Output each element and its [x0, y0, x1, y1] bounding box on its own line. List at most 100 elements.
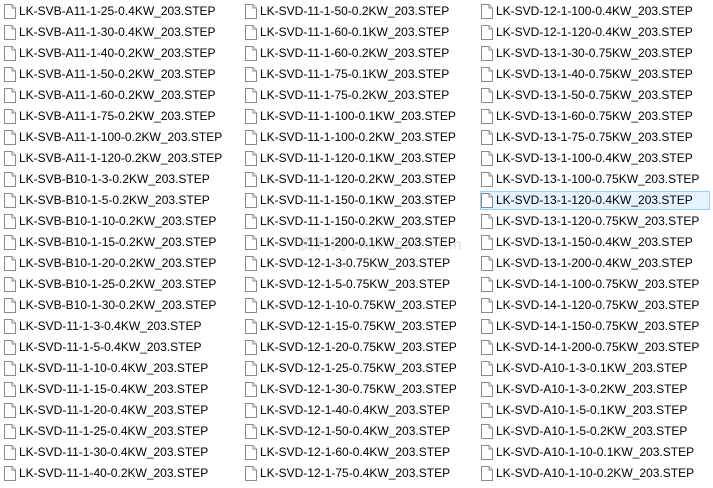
file-item[interactable]: LK-SVD-11-1-30-0.4KW_203.STEP: [3, 443, 243, 462]
file-item[interactable]: LK-SVB-A11-1-25-0.4KW_203.STEP: [3, 2, 243, 21]
file-item[interactable]: LK-SVD-14-1-100-0.75KW_203.STEP: [480, 275, 710, 294]
file-name-label: LK-SVB-A11-1-120-0.2KW_203.STEP: [19, 151, 223, 165]
file-name-label: LK-SVD-12-1-75-0.4KW_203.STEP: [260, 466, 451, 480]
file-item[interactable]: LK-SVD-A10-1-3-0.1KW_203.STEP: [480, 359, 710, 378]
file-item[interactable]: LK-SVD-A10-1-5-0.2KW_203.STEP: [480, 422, 710, 441]
file-item[interactable]: LK-SVD-11-1-25-0.4KW_203.STEP: [3, 422, 243, 441]
file-item[interactable]: LK-SVB-A11-1-75-0.2KW_203.STEP: [3, 107, 243, 126]
file-item[interactable]: LK-SVD-A10-1-3-0.2KW_203.STEP: [480, 380, 710, 399]
file-item[interactable]: LK-SVB-B10-1-5-0.2KW_203.STEP: [3, 191, 243, 210]
file-name-label: LK-SVD-A10-1-10-0.2KW_203.STEP: [496, 466, 695, 480]
file-name-label: LK-SVB-B10-1-25-0.2KW_203.STEP: [19, 277, 217, 291]
generic-file-icon: [245, 109, 257, 124]
generic-file-icon: [4, 214, 16, 229]
file-name-label: LK-SVD-14-1-120-0.75KW_203.STEP: [496, 298, 700, 312]
file-item[interactable]: LK-SVD-A10-1-10-0.2KW_203.STEP: [480, 464, 710, 483]
file-item[interactable]: LK-SVB-A11-1-50-0.2KW_203.STEP: [3, 65, 243, 84]
file-item[interactable]: LK-SVD-A10-1-10-0.1KW_203.STEP: [480, 443, 710, 462]
file-item[interactable]: LK-SVD-11-1-200-0.1KW_203.STEP: [244, 233, 477, 252]
file-item[interactable]: LK-SVD-12-1-15-0.75KW_203.STEP: [244, 317, 477, 336]
file-item[interactable]: LK-SVD-13-1-100-0.4KW_203.STEP: [480, 149, 710, 168]
file-item[interactable]: LK-SVD-11-1-75-0.2KW_203.STEP: [244, 86, 477, 105]
file-name-label: LK-SVD-13-1-50-0.75KW_203.STEP: [496, 88, 693, 102]
file-item[interactable]: LK-SVD-11-1-150-0.1KW_203.STEP: [244, 191, 477, 210]
file-item[interactable]: LK-SVD-12-1-120-0.4KW_203.STEP: [480, 23, 710, 42]
file-name-label: LK-SVD-13-1-200-0.4KW_203.STEP: [496, 256, 693, 270]
file-name-label: LK-SVB-A11-1-30-0.4KW_203.STEP: [19, 25, 216, 39]
file-item[interactable]: LK-SVD-11-1-100-0.2KW_203.STEP: [244, 128, 477, 147]
generic-file-icon: [245, 25, 257, 40]
generic-file-icon: [481, 172, 493, 187]
file-item[interactable]: LK-SVB-A11-1-30-0.4KW_203.STEP: [3, 23, 243, 42]
file-name-label: LK-SVD-11-1-75-0.2KW_203.STEP: [260, 88, 450, 102]
file-name-label: LK-SVD-13-1-150-0.4KW_203.STEP: [496, 235, 693, 249]
file-item[interactable]: LK-SVD-13-1-150-0.4KW_203.STEP: [480, 233, 710, 252]
file-item[interactable]: LK-SVD-11-1-60-0.1KW_203.STEP: [244, 23, 477, 42]
file-item[interactable]: LK-SVD-12-1-10-0.75KW_203.STEP: [244, 296, 477, 315]
file-item[interactable]: LK-SVB-B10-1-20-0.2KW_203.STEP: [3, 254, 243, 273]
file-item[interactable]: LK-SVD-12-1-75-0.4KW_203.STEP: [244, 464, 477, 483]
file-item-selected[interactable]: LK-SVD-13-1-120-0.4KW_203.STEP: [480, 191, 710, 210]
file-item[interactable]: LK-SVD-12-1-30-0.75KW_203.STEP: [244, 380, 477, 399]
file-item[interactable]: LK-SVD-13-1-30-0.75KW_203.STEP: [480, 44, 710, 63]
file-name-label: LK-SVD-11-1-15-0.4KW_203.STEP: [19, 382, 209, 396]
generic-file-icon: [245, 4, 257, 19]
file-item[interactable]: LK-SVD-14-1-120-0.75KW_203.STEP: [480, 296, 710, 315]
file-item[interactable]: LK-SVD-13-1-40-0.75KW_203.STEP: [480, 65, 710, 84]
file-item[interactable]: LK-SVD-12-1-20-0.75KW_203.STEP: [244, 338, 477, 357]
file-item[interactable]: LK-SVD-11-1-5-0.4KW_203.STEP: [3, 338, 243, 357]
file-item[interactable]: LK-SVD-11-1-15-0.4KW_203.STEP: [3, 380, 243, 399]
generic-file-icon: [4, 235, 16, 250]
file-item[interactable]: LK-SVB-A11-1-60-0.2KW_203.STEP: [3, 86, 243, 105]
file-name-label: LK-SVB-A11-1-75-0.2KW_203.STEP: [19, 109, 216, 123]
file-item[interactable]: LK-SVD-11-1-40-0.2KW_203.STEP: [3, 464, 243, 483]
generic-file-icon: [481, 424, 493, 439]
file-item[interactable]: LK-SVD-12-1-100-0.4KW_203.STEP: [480, 2, 710, 21]
file-item[interactable]: LK-SVD-11-1-3-0.4KW_203.STEP: [3, 317, 243, 336]
file-item[interactable]: LK-SVD-12-1-5-0.75KW_203.STEP: [244, 275, 477, 294]
file-item[interactable]: LK-SVD-A10-1-5-0.1KW_203.STEP: [480, 401, 710, 420]
generic-file-icon: [481, 298, 493, 313]
file-item[interactable]: LK-SVD-13-1-100-0.75KW_203.STEP: [480, 170, 710, 189]
file-item[interactable]: LK-SVD-13-1-120-0.75KW_203.STEP: [480, 212, 710, 231]
file-item[interactable]: LK-SVD-12-1-40-0.4KW_203.STEP: [244, 401, 477, 420]
file-item[interactable]: LK-SVD-11-1-75-0.1KW_203.STEP: [244, 65, 477, 84]
file-item[interactable]: LK-SVB-A11-1-120-0.2KW_203.STEP: [3, 149, 243, 168]
file-item[interactable]: LK-SVD-12-1-3-0.75KW_203.STEP: [244, 254, 477, 273]
file-item[interactable]: LK-SVB-A11-1-40-0.2KW_203.STEP: [3, 44, 243, 63]
file-item[interactable]: LK-SVD-11-1-50-0.2KW_203.STEP: [244, 2, 477, 21]
file-item[interactable]: LK-SVB-B10-1-3-0.2KW_203.STEP: [3, 170, 243, 189]
file-item[interactable]: LK-SVD-11-1-120-0.2KW_203.STEP: [244, 170, 477, 189]
file-item[interactable]: LK-SVD-14-1-200-0.75KW_203.STEP: [480, 338, 710, 357]
file-name-label: LK-SVB-A11-1-50-0.2KW_203.STEP: [19, 67, 216, 81]
file-item[interactable]: LK-SVB-B10-1-15-0.2KW_203.STEP: [3, 233, 243, 252]
file-item[interactable]: LK-SVD-13-1-60-0.75KW_203.STEP: [480, 107, 710, 126]
generic-file-icon: [481, 277, 493, 292]
generic-file-icon: [245, 46, 257, 61]
file-item[interactable]: LK-SVD-11-1-60-0.2KW_203.STEP: [244, 44, 477, 63]
file-item[interactable]: LK-SVD-13-1-50-0.75KW_203.STEP: [480, 86, 710, 105]
file-item[interactable]: LK-SVB-B10-1-10-0.2KW_203.STEP: [3, 212, 243, 231]
file-item[interactable]: LK-SVB-A11-1-100-0.2KW_203.STEP: [3, 128, 243, 147]
file-item[interactable]: LK-SVD-12-1-60-0.4KW_203.STEP: [244, 443, 477, 462]
file-item[interactable]: LK-SVB-B10-1-25-0.2KW_203.STEP: [3, 275, 243, 294]
generic-file-icon: [245, 277, 257, 292]
generic-file-icon: [481, 130, 493, 145]
file-name-label: LK-SVD-12-1-40-0.4KW_203.STEP: [260, 403, 451, 417]
file-item[interactable]: LK-SVD-11-1-150-0.2KW_203.STEP: [244, 212, 477, 231]
file-name-label: LK-SVB-B10-1-10-0.2KW_203.STEP: [19, 214, 217, 228]
file-item[interactable]: LK-SVD-13-1-200-0.4KW_203.STEP: [480, 254, 710, 273]
file-item[interactable]: LK-SVD-12-1-50-0.4KW_203.STEP: [244, 422, 477, 441]
file-name-label: LK-SVD-13-1-100-0.4KW_203.STEP: [496, 151, 693, 165]
file-item[interactable]: LK-SVB-B10-1-30-0.2KW_203.STEP: [3, 296, 243, 315]
file-item[interactable]: LK-SVD-14-1-150-0.75KW_203.STEP: [480, 317, 710, 336]
file-name-label: LK-SVD-11-1-75-0.1KW_203.STEP: [260, 67, 450, 81]
file-item[interactable]: LK-SVD-12-1-25-0.75KW_203.STEP: [244, 359, 477, 378]
generic-file-icon: [4, 382, 16, 397]
file-item[interactable]: LK-SVD-11-1-20-0.4KW_203.STEP: [3, 401, 243, 420]
file-item[interactable]: LK-SVD-11-1-120-0.1KW_203.STEP: [244, 149, 477, 168]
file-item[interactable]: LK-SVD-11-1-100-0.1KW_203.STEP: [244, 107, 477, 126]
generic-file-icon: [245, 298, 257, 313]
file-item[interactable]: LK-SVD-13-1-75-0.75KW_203.STEP: [480, 128, 710, 147]
file-item[interactable]: LK-SVD-11-1-10-0.4KW_203.STEP: [3, 359, 243, 378]
